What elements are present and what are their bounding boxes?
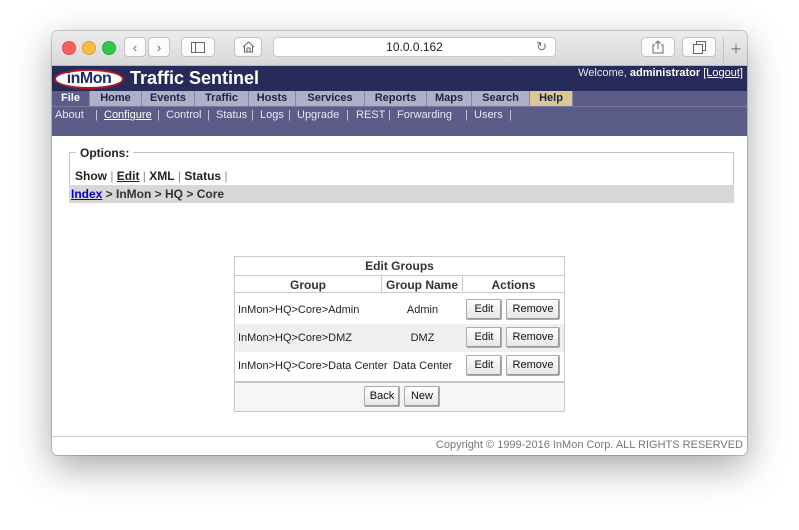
app-header: inMon Traffic Sentinel Welcome, administ… xyxy=(52,66,747,91)
submenu-separator: | xyxy=(207,109,210,121)
menu-events[interactable]: Events xyxy=(142,91,195,106)
submenu-separator: | xyxy=(288,109,291,121)
username: administrator xyxy=(629,67,701,79)
sidebar-button[interactable] xyxy=(181,37,215,57)
option-separator: | xyxy=(174,169,185,183)
remove-button[interactable]: Remove xyxy=(506,327,560,348)
new-tab-button[interactable]: + xyxy=(723,37,747,63)
home-icon xyxy=(242,41,254,53)
options-legend: Options: xyxy=(76,146,134,160)
reload-icon[interactable]: ↻ xyxy=(536,38,547,56)
menu-maps[interactable]: Maps xyxy=(427,91,472,106)
copyright-footer: Copyright © 1999-2016 InMon Corp. ALL RI… xyxy=(52,436,747,455)
share-button[interactable] xyxy=(641,37,675,57)
welcome-prefix: Welcome, xyxy=(578,67,630,79)
submenu-separator: | xyxy=(346,109,349,121)
app-title: Traffic Sentinel xyxy=(130,68,260,88)
option-edit[interactable]: Edit xyxy=(117,169,140,183)
url-text: 10.0.0.162 xyxy=(386,40,443,54)
main-menu: File Home Events Traffic Hosts Services … xyxy=(52,91,747,106)
submenu-about[interactable]: About xyxy=(55,109,84,121)
table-row: InMon>HQ>Core>DMZ DMZ Edit Remove xyxy=(235,324,564,352)
option-separator: | xyxy=(139,169,150,183)
header-bottom-band xyxy=(52,125,747,136)
submenu-separator: | xyxy=(465,109,468,121)
submenu-logs[interactable]: Logs xyxy=(260,109,284,121)
minimize-window-button[interactable] xyxy=(82,41,96,55)
column-header-group: Group xyxy=(235,275,382,293)
column-header-actions: Actions xyxy=(463,275,564,293)
plus-icon: + xyxy=(730,39,742,59)
menu-reports[interactable]: Reports xyxy=(365,91,427,106)
inmon-logo: inMon xyxy=(54,69,124,89)
option-status[interactable]: Status xyxy=(184,169,221,183)
menu-hosts[interactable]: Hosts xyxy=(249,91,296,106)
share-icon xyxy=(652,40,664,54)
option-show[interactable]: Show xyxy=(75,169,107,183)
welcome-message: Welcome, administrator [Logout] xyxy=(578,67,743,79)
submenu-status[interactable]: Status xyxy=(216,109,247,121)
menu-traffic[interactable]: Traffic xyxy=(195,91,249,106)
zoom-window-button[interactable] xyxy=(102,41,116,55)
submenu-separator: | xyxy=(509,109,512,121)
menu-file[interactable]: File xyxy=(52,91,90,106)
tabs-icon xyxy=(692,41,706,54)
page-content: inMon Traffic Sentinel Welcome, administ… xyxy=(52,66,747,455)
forward-button[interactable]: › xyxy=(148,37,170,57)
submenu-configure[interactable]: Configure xyxy=(104,109,152,121)
submenu-upgrade[interactable]: Upgrade xyxy=(297,109,339,121)
chevron-right-icon: › xyxy=(156,40,162,55)
sub-menu: About | Configure | Control | Status | L… xyxy=(52,106,747,125)
tabs-button[interactable] xyxy=(682,37,716,57)
group-name-cell: DMZ xyxy=(410,332,435,344)
breadcrumb-index-link[interactable]: Index xyxy=(71,187,102,201)
column-header-group-name: Group Name xyxy=(382,275,463,293)
breadcrumb: Index > InMon > HQ > Core xyxy=(69,185,734,203)
logout-link[interactable]: [Logout] xyxy=(703,67,743,79)
menu-search[interactable]: Search xyxy=(472,91,530,106)
chevron-left-icon: ‹ xyxy=(132,40,138,55)
group-path-cell: InMon>HQ>Core>Data Center xyxy=(238,360,388,372)
menu-home[interactable]: Home xyxy=(90,91,142,106)
group-name-cell: Data Center xyxy=(392,360,453,372)
group-path-cell: InMon>HQ>Core>DMZ xyxy=(238,332,353,344)
submenu-separator: | xyxy=(388,109,391,121)
browser-window: ‹ › 10.0.0.162 ↻ + inMon Traffic Sentine… xyxy=(52,31,747,455)
option-xml[interactable]: XML xyxy=(149,169,174,183)
group-path-cell: InMon>HQ>Core>Admin xyxy=(238,304,360,316)
option-separator: | xyxy=(221,169,228,183)
menu-help[interactable]: Help xyxy=(530,91,573,106)
edit-groups-table: Edit Groups Group Group Name Actions InM… xyxy=(234,256,565,412)
table-row: InMon>HQ>Core>Admin Admin Edit Remove xyxy=(235,296,564,324)
submenu-users[interactable]: Users xyxy=(474,109,503,121)
back-button[interactable]: ‹ xyxy=(124,37,146,57)
browser-toolbar: ‹ › 10.0.0.162 ↻ + xyxy=(52,31,747,66)
table-row: InMon>HQ>Core>Data Center Data Center Ed… xyxy=(235,352,564,380)
option-separator: | xyxy=(107,169,117,183)
group-name-cell: Admin xyxy=(406,304,439,316)
menu-services[interactable]: Services xyxy=(296,91,365,106)
new-group-button[interactable]: New xyxy=(404,386,440,407)
breadcrumb-path: > InMon > HQ > Core xyxy=(102,187,225,201)
submenu-rest[interactable]: REST xyxy=(356,109,385,121)
table-actions-row: Back New xyxy=(235,381,564,411)
options-links: Show | Edit | XML | Status | xyxy=(75,169,228,183)
back-form-button[interactable]: Back xyxy=(364,386,400,407)
edit-button[interactable]: Edit xyxy=(466,299,502,320)
submenu-forwarding[interactable]: Forwarding xyxy=(397,109,452,121)
address-bar[interactable]: 10.0.0.162 ↻ xyxy=(273,37,556,57)
close-window-button[interactable] xyxy=(62,41,76,55)
home-button[interactable] xyxy=(234,37,262,57)
submenu-separator: | xyxy=(157,109,160,121)
remove-button[interactable]: Remove xyxy=(506,355,560,376)
remove-button[interactable]: Remove xyxy=(506,299,560,320)
edit-button[interactable]: Edit xyxy=(466,327,502,348)
submenu-separator: | xyxy=(251,109,254,121)
submenu-control[interactable]: Control xyxy=(166,109,201,121)
table-title: Edit Groups xyxy=(365,259,434,273)
submenu-separator: | xyxy=(95,109,98,121)
sidebar-icon xyxy=(191,42,205,53)
edit-button[interactable]: Edit xyxy=(466,355,502,376)
